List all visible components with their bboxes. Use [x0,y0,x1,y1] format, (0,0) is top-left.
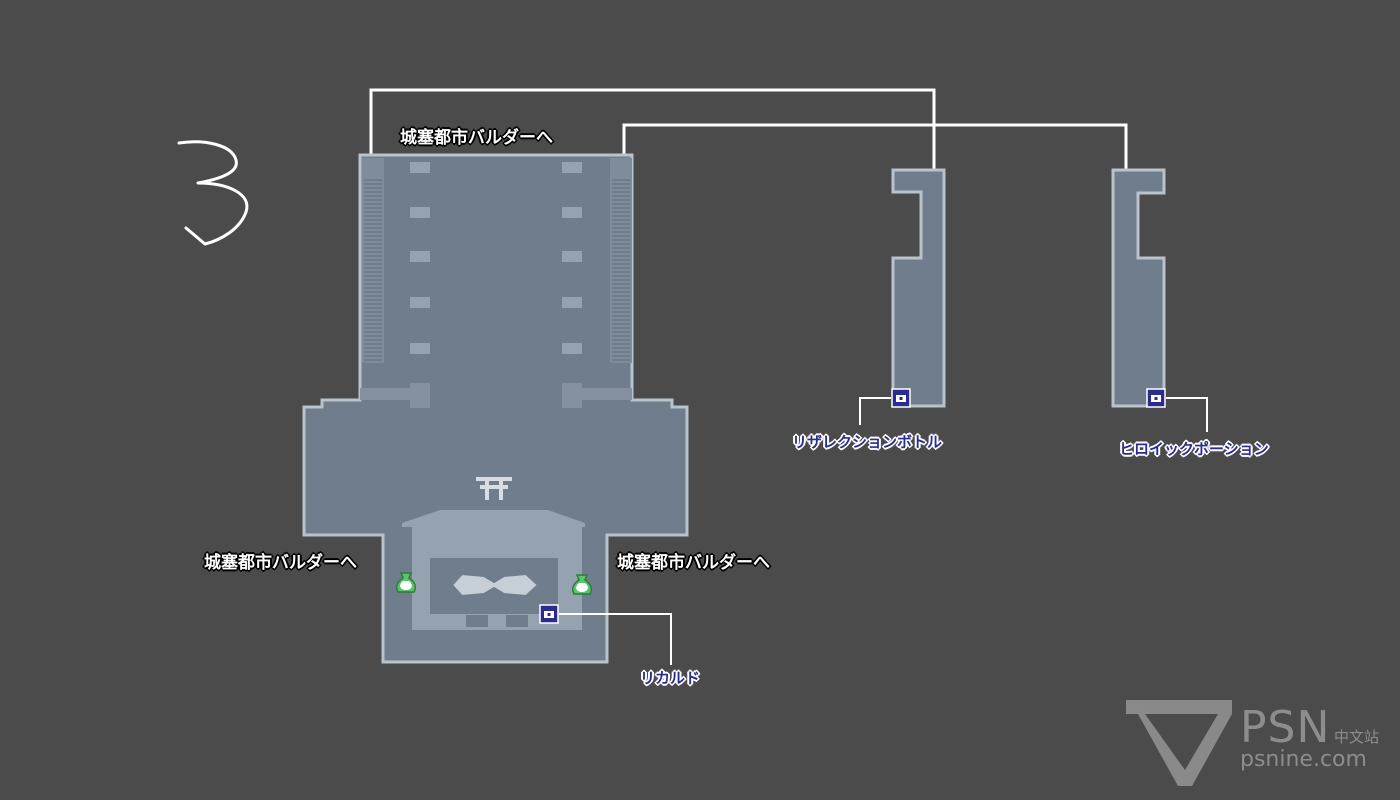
watermark-brand: PSN [1240,702,1331,753]
east-room-2 [1111,168,1166,408]
pillar [410,207,430,218]
pillar [410,162,430,173]
exit-label-west[interactable]: 城塞都市バルダーへ [204,548,357,573]
exit-label-east[interactable]: 城塞都市バルダーへ [617,548,770,573]
watermark-site: psnine.com [1240,747,1367,772]
step-block [410,383,430,408]
pillar [562,207,582,218]
pillar [562,162,582,173]
treasure-chest-icon[interactable] [539,604,559,624]
altar-step [506,615,528,627]
pillar [562,251,582,262]
exit-label-north[interactable]: 城塞都市バルダーへ [400,123,553,148]
handwritten-floor-number [177,140,249,246]
pillar [562,343,582,354]
treasure-chest-icon[interactable] [891,388,911,408]
step-block [562,383,582,408]
altar-step [466,615,488,627]
treasure-chest-icon[interactable] [1146,388,1166,408]
pillar [410,297,430,308]
psnine-logo-icon [1126,700,1232,786]
item-label-chest-right[interactable]: ヒロイックポーション [1119,438,1269,459]
east-room-1 [891,168,946,408]
item-label-chest-middle[interactable]: リザレクションボトル [792,431,942,452]
pillar [410,343,430,354]
watermark-brand-suffix: 中文站 [1334,728,1380,746]
pillar [562,297,582,308]
stairs-connector-line [622,123,1128,178]
pillar [410,251,430,262]
leader-line [859,397,891,425]
item-label-chest-main[interactable]: リカルド [640,667,700,688]
leader-line [1166,397,1208,432]
